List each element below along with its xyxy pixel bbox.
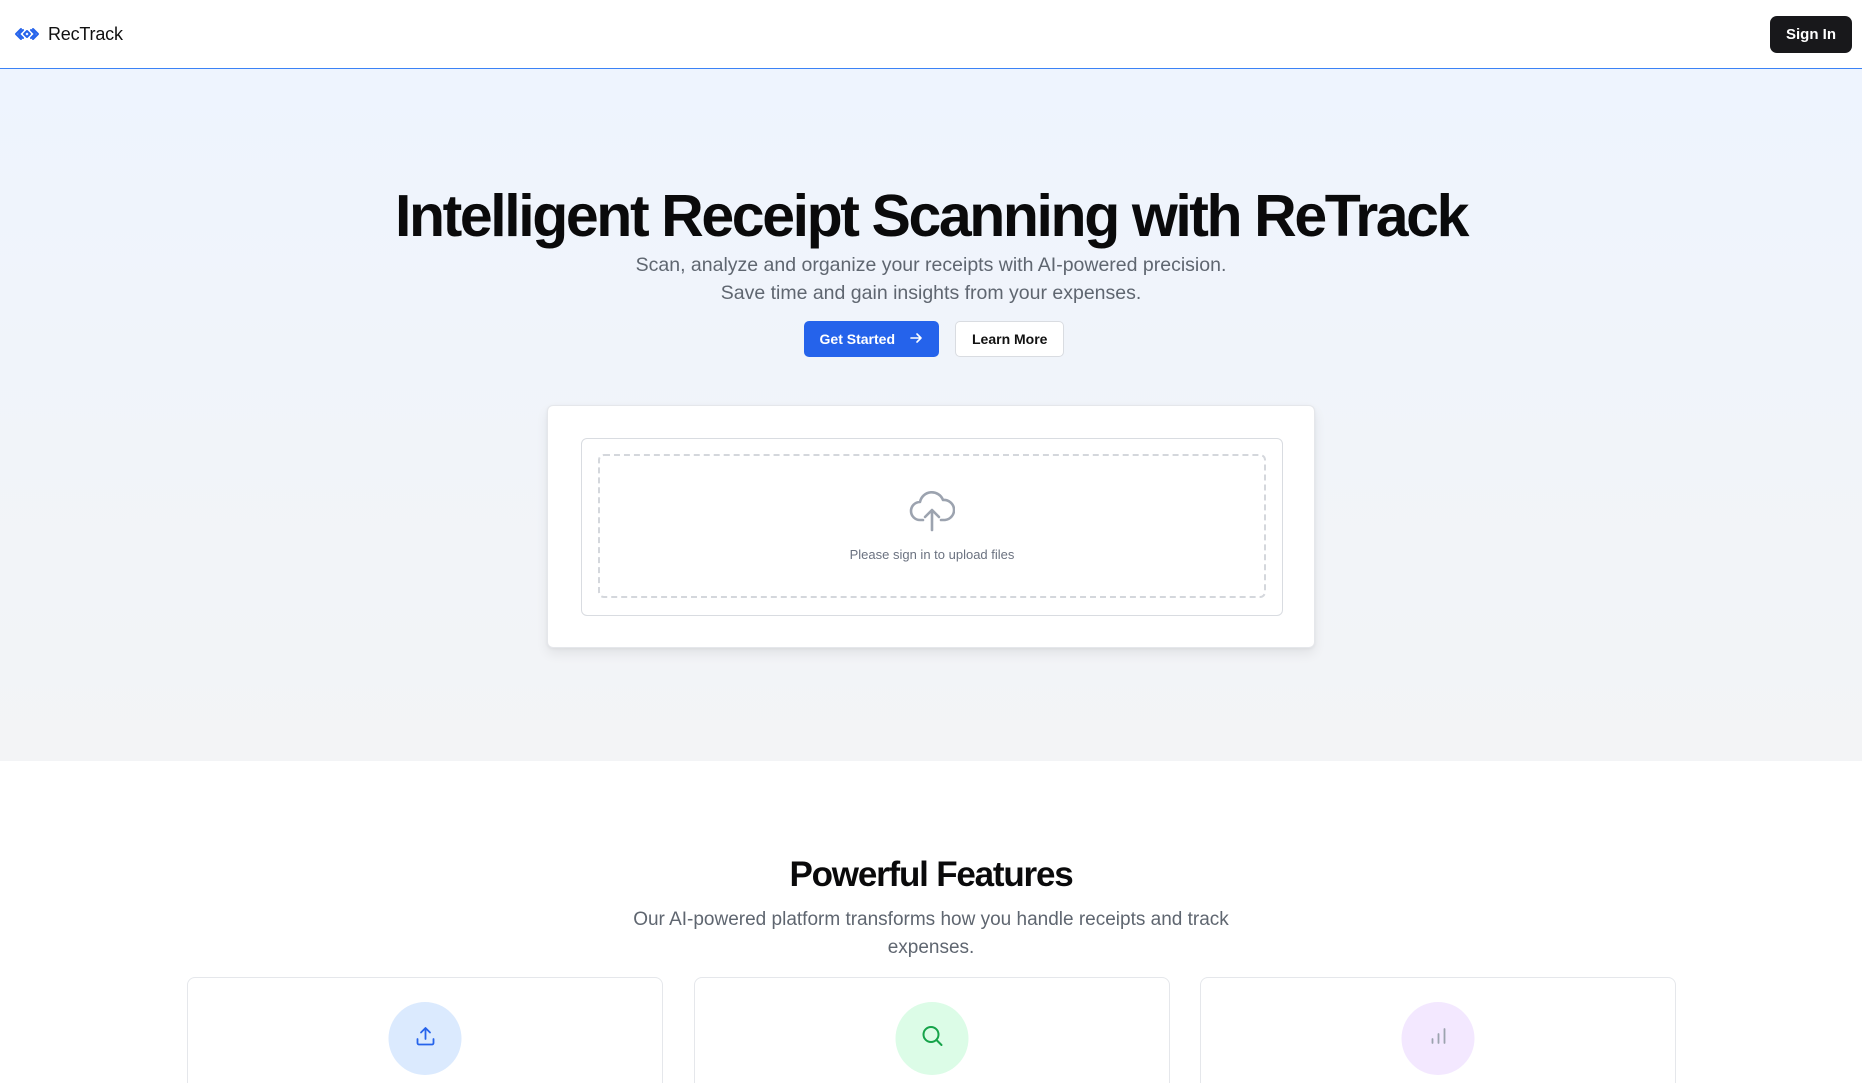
upload-message: Please sign in to upload files <box>849 547 1015 562</box>
search-icon <box>919 1023 945 1054</box>
top-nav: RecTrack Sign In <box>0 0 1862 69</box>
hero-subtitle: Scan, analyze and organize your receipts… <box>0 251 1862 307</box>
hero-subtitle-line-2: Save time and gain insights from your ex… <box>720 282 1142 304</box>
feature-card-search <box>694 977 1170 1083</box>
page: RecTrack Sign In Intelligent Receipt Sca… <box>0 0 1862 1083</box>
learn-more-button[interactable]: Learn More <box>955 321 1065 357</box>
features-subtitle-line-1: Our AI-powered platform transforms how y… <box>633 909 1229 930</box>
upload-panel: Please sign in to upload files <box>581 438 1283 616</box>
feature-icon-circle <box>388 1002 462 1075</box>
features-subtitle-line-2: expenses. <box>887 937 975 958</box>
hero-actions: Get Started Learn More <box>0 321 1862 357</box>
brand-logo[interactable]: RecTrack <box>12 24 123 45</box>
feature-icon-circle <box>895 1002 969 1075</box>
hero-section: Intelligent Receipt Scanning with ReTrac… <box>0 69 1862 761</box>
file-dropzone[interactable]: Please sign in to upload files <box>598 454 1266 598</box>
upload-card: Please sign in to upload files <box>547 405 1315 648</box>
hero-subtitle-line-1: Scan, analyze and organize your receipts… <box>635 254 1227 276</box>
get-started-label: Get Started <box>819 331 895 347</box>
features-title: Powerful Features <box>789 855 1073 894</box>
features-subtitle: Our AI-powered platform transforms how y… <box>610 906 1252 962</box>
feature-card-analytics <box>1200 977 1676 1083</box>
brand-name: RecTrack <box>48 23 123 44</box>
get-started-button[interactable]: Get Started <box>803 321 939 357</box>
bar-chart-icon <box>1427 1025 1449 1052</box>
hero-title: Intelligent Receipt Scanning with ReTrac… <box>394 183 1469 249</box>
link-chain-icon <box>12 25 42 43</box>
cloud-upload-icon <box>909 490 956 537</box>
sign-in-button[interactable]: Sign In <box>1770 15 1852 53</box>
upload-icon <box>413 1024 437 1053</box>
feature-card-upload <box>187 977 663 1083</box>
feature-icon-circle <box>1401 1002 1475 1075</box>
arrow-right-icon <box>909 331 923 348</box>
